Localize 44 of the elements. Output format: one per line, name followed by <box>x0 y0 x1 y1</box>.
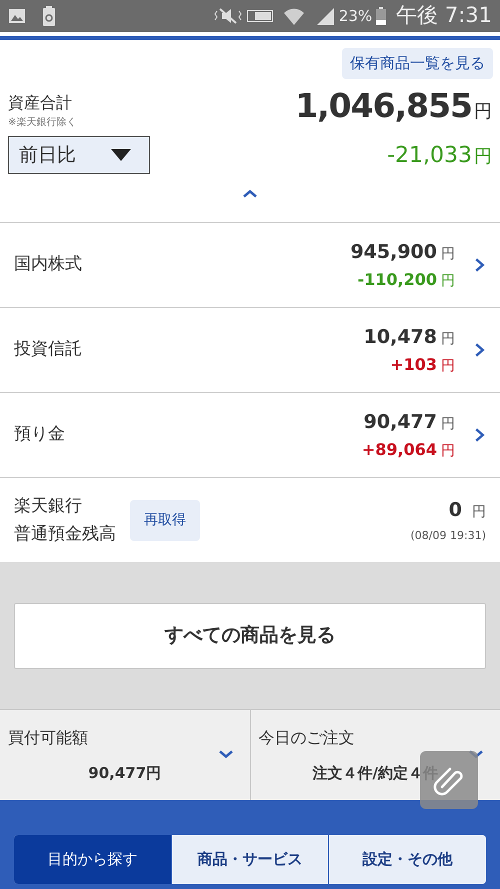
comparison-dropdown[interactable]: 前日比 <box>8 136 150 174</box>
card-label: 今日のご注文 <box>258 727 354 749</box>
holding-change: +103 <box>390 354 437 376</box>
holding-change: +89,064 <box>362 439 437 462</box>
bank-balance-label: 楽天銀行 <box>14 495 83 518</box>
yen-unit: 円 <box>474 144 492 168</box>
signal-icon <box>314 7 335 25</box>
holding-category: 預り金 <box>14 423 66 446</box>
footnote: ※楽天銀行除く <box>8 116 76 130</box>
refresh-button[interactable]: 再取得 <box>130 500 200 540</box>
wifi-icon <box>282 6 305 26</box>
holding-change: -110,200 <box>357 269 437 292</box>
battery-percent: 23% <box>338 6 372 27</box>
yen-unit: 円 <box>441 330 455 349</box>
nav-tab[interactable]: 目的から探す <box>14 835 171 884</box>
yen-unit: 円 <box>474 100 492 124</box>
all-products-button[interactable]: すべての商品を見る <box>14 602 486 668</box>
holding-category: 国内株式 <box>14 253 83 276</box>
holdings-list-button[interactable]: 保有商品一覧を見る <box>342 48 493 78</box>
mute-vibrate-icon <box>212 7 243 25</box>
yen-unit: 円 <box>441 442 455 462</box>
yen-unit: 円 <box>441 244 455 264</box>
total-assets-label: 資産合計 <box>8 92 73 114</box>
holding-category: 投資信託 <box>14 338 83 362</box>
bank-balance-label: 普通預金残高 <box>14 523 116 546</box>
yen-unit: 円 <box>441 414 455 434</box>
dropdown-triangle-icon <box>111 149 131 161</box>
holding-value: 90,477 <box>364 410 437 435</box>
nav-tab[interactable]: 設定・その他 <box>328 835 486 884</box>
timestamp: (08/09 19:31) <box>410 528 486 544</box>
bank-balance-value: 0 <box>448 498 462 522</box>
yen-unit: 円 <box>441 357 455 376</box>
image-icon <box>8 7 26 25</box>
holding-value: 945,900 <box>350 240 437 265</box>
card-label: 買付可能額 <box>8 727 88 749</box>
daily-change-value: -21,033 <box>387 142 472 170</box>
battery-icon <box>376 7 386 25</box>
total-assets-value: 1,046,855 <box>295 84 472 126</box>
yen-unit: 円 <box>472 502 486 522</box>
clip-button[interactable] <box>420 751 478 809</box>
card-value: 90,477円 <box>88 763 162 784</box>
holding-value: 10,478 <box>364 324 437 350</box>
yen-unit: 円 <box>441 272 455 292</box>
clock: 午後 7:31 <box>396 2 492 30</box>
